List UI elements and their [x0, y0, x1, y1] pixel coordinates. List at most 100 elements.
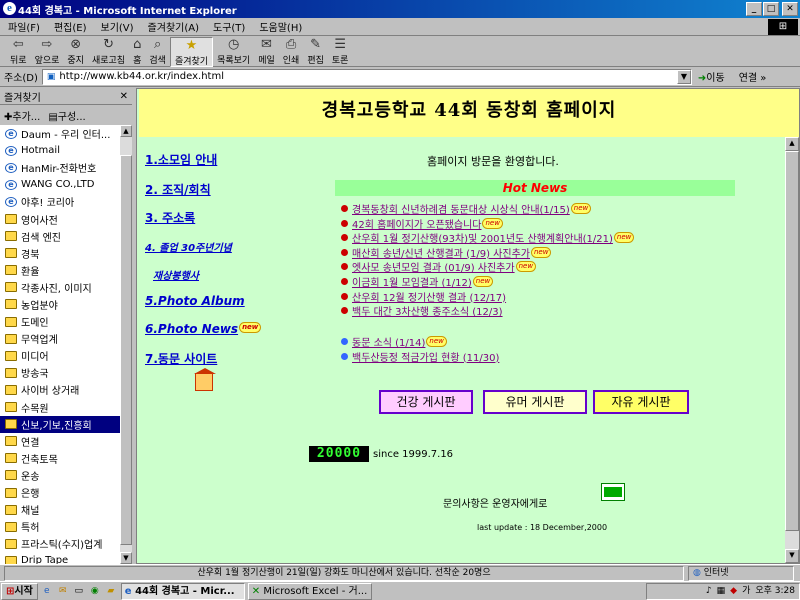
news-item[interactable]: 산우회 12월 정기산행 결과 (12/17): [341, 289, 506, 304]
news-item[interactable]: 백두산등정 적금가입 현황 (11/30): [341, 349, 499, 364]
organize-favorites-button[interactable]: ▤구성...: [48, 108, 85, 123]
taskbar-item-ie[interactable]: e 44회 경복고 - Micr...: [120, 582, 245, 600]
forward-button[interactable]: ⇨ 앞으로: [31, 37, 64, 67]
favorites-item[interactable]: e 야후! 코리아: [0, 193, 120, 210]
scroll-up-button[interactable]: ▲: [120, 125, 132, 137]
menu-help[interactable]: 도움말(H): [259, 19, 302, 34]
nav-link-30th-anniversary[interactable]: 4. 졸업 30주년기념: [145, 239, 232, 254]
menu-edit[interactable]: 편집(E): [54, 19, 87, 34]
mail-icon[interactable]: [601, 483, 625, 501]
favorites-button[interactable]: ★ 즐겨찾기: [169, 37, 214, 67]
humor-board-button[interactable]: 유머 게시판: [483, 390, 587, 414]
mail-button[interactable]: ✉ 메일: [254, 37, 279, 67]
favorites-item[interactable]: 사이버 상거래: [0, 381, 120, 398]
add-favorite-button[interactable]: ✚추가...: [4, 108, 40, 123]
globe-icon: ◍: [693, 567, 701, 578]
favorites-item[interactable]: 수목원: [0, 399, 120, 416]
menu-view[interactable]: 보기(V): [101, 19, 134, 34]
favorites-item[interactable]: 무역업계: [0, 330, 120, 347]
minimize-button[interactable]: _: [746, 2, 762, 16]
quicklaunch-desktop-icon[interactable]: ▭: [72, 584, 86, 598]
favorites-item[interactable]: e Hotmail: [0, 142, 120, 159]
page-scroll-up-button[interactable]: ▲: [785, 137, 799, 151]
favorites-item[interactable]: 운송: [0, 467, 120, 484]
news-item[interactable]: 42회 홈페이지가 오픈됐습니다 new: [341, 216, 503, 231]
scroll-down-button[interactable]: ▼: [120, 552, 132, 564]
favorites-item[interactable]: 프라스틱(수지)업계: [0, 535, 120, 552]
refresh-button[interactable]: ↻ 새로고침: [88, 37, 129, 67]
back-button[interactable]: ⇦ 뒤로: [6, 37, 31, 67]
favorites-item[interactable]: e HanMir-전화번호: [0, 159, 120, 176]
page-scrollbar[interactable]: ▲ ▼: [785, 137, 799, 563]
history-button[interactable]: ◷ 목록보기: [213, 37, 254, 67]
nav-link-small-groups[interactable]: 1.소모임 안내: [145, 151, 217, 168]
print-button[interactable]: ⎙ 인쇄: [279, 37, 304, 67]
title-bar[interactable]: e 44회 경복고 - Microsoft Internet Explorer …: [0, 0, 800, 18]
free-board-button[interactable]: 자유 게시판: [593, 390, 689, 414]
nav-link-reunion-event[interactable]: 재상봉행사: [153, 267, 199, 282]
edit-button[interactable]: ✎ 편집: [303, 37, 328, 67]
news-item[interactable]: 경복동창회 신년하례겸 동문대상 시상식 안내(1/15) new: [341, 201, 592, 216]
tray-ime-icon[interactable]: 가: [742, 584, 750, 599]
nav-link-alumni-sites[interactable]: 7.동문 사이트: [145, 350, 217, 367]
nav-link-address-book[interactable]: 3. 주소록: [145, 209, 195, 226]
address-dropdown-button[interactable]: ▼: [676, 69, 691, 84]
tray-network-icon[interactable]: ▦: [717, 584, 726, 599]
quicklaunch-outlook-icon[interactable]: ✉: [56, 584, 70, 598]
quicklaunch-folder-icon[interactable]: ▰: [104, 584, 118, 598]
address-input[interactable]: ▣ http://www.kb44.or.kr/index.html ▼: [41, 68, 692, 85]
favorites-item[interactable]: 연결: [0, 433, 120, 450]
go-button[interactable]: ➜이동: [698, 69, 725, 84]
nav-link-organization[interactable]: 2. 조직/회칙: [145, 181, 211, 198]
menu-favorites[interactable]: 즐겨찾기(A): [148, 19, 199, 34]
favorites-item[interactable]: e Daum - 우리 인터...: [0, 125, 120, 142]
news-item[interactable]: 동문 소식 (1/14) new: [341, 334, 447, 349]
favorites-item[interactable]: 특허: [0, 518, 120, 535]
taskbar-item-excel[interactable]: ✕ Microsoft Excel - 거...: [247, 582, 372, 600]
nav-link-photo-album[interactable]: 5.Photo Album: [145, 294, 245, 308]
favorites-item[interactable]: 채널: [0, 501, 120, 518]
favorites-close-button[interactable]: ✕: [120, 91, 128, 102]
favorites-item[interactable]: 영어사전: [0, 210, 120, 227]
favorites-item[interactable]: 경북: [0, 245, 120, 262]
favorites-item[interactable]: 방송국: [0, 364, 120, 381]
news-item[interactable]: 매산회 송년/신년 산행결과 (1/9) 사진추가 new: [341, 245, 552, 260]
stop-button[interactable]: ⊗ 중지: [63, 37, 88, 67]
discuss-button[interactable]: ☰ 토론: [328, 37, 353, 67]
favorites-item[interactable]: 미디어: [0, 347, 120, 364]
tray-antivirus-icon[interactable]: ◆: [730, 584, 737, 599]
menu-file[interactable]: 파일(F): [8, 19, 40, 34]
news-item[interactable]: 산우회 1월 정기산행(93차)및 2001년도 산행계획안내(1/21) new: [341, 230, 635, 245]
links-button[interactable]: 연결 »: [739, 69, 767, 84]
quicklaunch-channels-icon[interactable]: ◉: [88, 584, 102, 598]
search-button[interactable]: ⌕ 검색: [145, 37, 170, 67]
page-scroll-thumb[interactable]: [785, 151, 799, 531]
favorites-item[interactable]: 각종사진, 이미지: [0, 279, 120, 296]
home-button[interactable]: ⌂ 홈: [129, 37, 145, 67]
tray-volume-icon[interactable]: ♪: [706, 584, 712, 599]
favorites-item[interactable]: 건축토목: [0, 450, 120, 467]
page-scroll-down-button[interactable]: ▼: [785, 549, 799, 563]
quicklaunch-ie-icon[interactable]: e: [40, 584, 54, 598]
favorites-item[interactable]: 농업분야: [0, 296, 120, 313]
news-item[interactable]: 엣사모 송년모임 결과 (01/9) 사진추가 new: [341, 259, 537, 274]
favorites-item[interactable]: 환율: [0, 262, 120, 279]
favorites-item[interactable]: 검색 엔진: [0, 228, 120, 245]
scroll-thumb[interactable]: [120, 155, 132, 545]
close-button[interactable]: ✕: [782, 2, 798, 16]
house-icon[interactable]: [194, 368, 216, 391]
nav-link-photo-news[interactable]: 6.Photo News new: [145, 322, 262, 336]
menu-tools[interactable]: 도구(T): [213, 19, 245, 34]
news-item[interactable]: 백두 대간 3차산행 종주소식 (12/3): [341, 303, 503, 318]
favorites-item[interactable]: Drip Tape: [0, 552, 120, 564]
excel-task-icon: ✕: [251, 585, 261, 597]
favorites-item[interactable]: 신보,기보,진흥회: [0, 415, 120, 433]
maximize-button[interactable]: □: [763, 2, 779, 16]
favorites-item[interactable]: e WANG CO.,LTD: [0, 176, 120, 193]
start-button[interactable]: ⊞시작: [1, 582, 38, 600]
favorites-item[interactable]: 은행: [0, 484, 120, 501]
health-board-button[interactable]: 건강 게시판: [379, 390, 473, 414]
favorites-scrollbar[interactable]: ▲ ▼: [120, 125, 132, 564]
news-item[interactable]: 이금회 1월 모임결과 (1/12) new: [341, 274, 494, 289]
favorites-item[interactable]: 도메인: [0, 313, 120, 330]
